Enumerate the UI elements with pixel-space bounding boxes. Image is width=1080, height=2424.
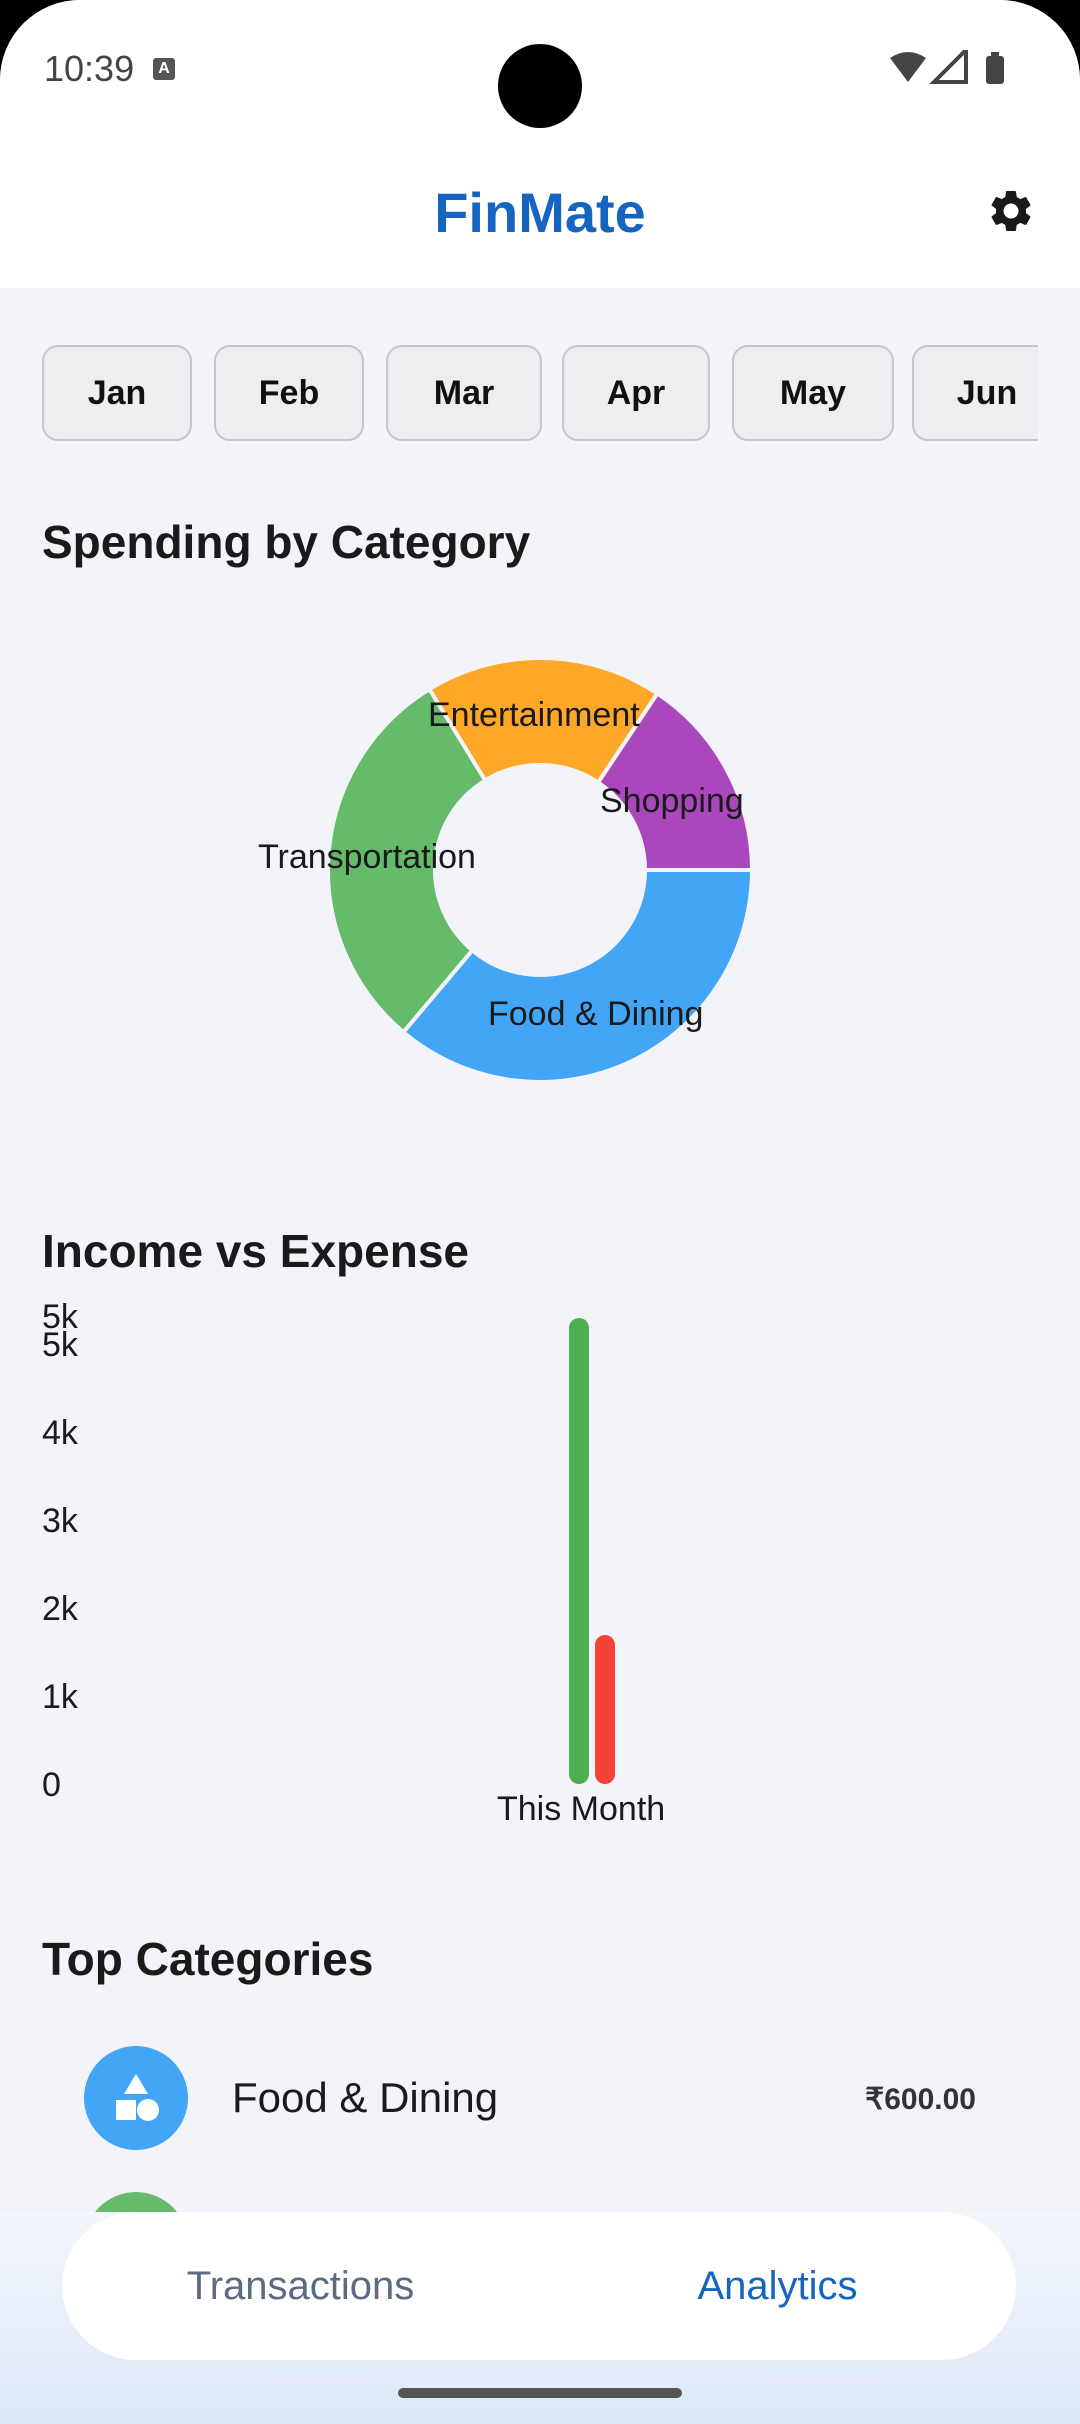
x-axis-label-this-month: This Month: [497, 1790, 666, 1828]
month-button-apr[interactable]: Apr: [562, 345, 710, 441]
status-bar: 10:39 A: [0, 0, 1080, 140]
nav-tab-analytics[interactable]: Analytics: [539, 2212, 1016, 2360]
y-tick-label: 4k: [42, 1414, 78, 1452]
app-bar: FinMate: [0, 140, 1080, 288]
shapes-icon: [84, 2046, 188, 2150]
status-icons: [890, 50, 1004, 84]
wifi-icon: [890, 52, 926, 82]
y-tick-label: 0: [42, 1766, 61, 1804]
month-selector: Jan Feb Mar Apr May Jun: [42, 345, 1038, 445]
home-indicator[interactable]: [398, 2388, 682, 2398]
month-button-may[interactable]: May: [732, 345, 894, 441]
signal-icon: [929, 50, 968, 84]
income-expense-section-title: Income vs Expense: [42, 1225, 469, 1277]
y-tick-label: 5k: [42, 1298, 78, 1336]
app-screen: 10:39 A FinMate Jan Feb Mar Apr May Jun …: [0, 0, 1080, 2424]
category-name: Food & Dining: [232, 2074, 499, 2121]
donut-label-food: Food & Dining: [488, 995, 704, 1033]
month-button-feb[interactable]: Feb: [214, 345, 364, 441]
camera-cutout: [498, 44, 582, 128]
month-button-mar[interactable]: Mar: [386, 345, 542, 441]
donut-label-entertainment: Entertainment: [428, 696, 640, 734]
expense-bar: [595, 1634, 615, 1784]
list-item[interactable]: Food & Dining ₹600.00: [0, 2046, 1080, 2156]
bottom-navigation: Transactions Analytics: [62, 2212, 1016, 2360]
donut-label-transportation: Transportation: [258, 838, 476, 876]
month-button-jan[interactable]: Jan: [42, 345, 192, 441]
donut-label-shopping: Shopping: [600, 782, 744, 820]
gear-icon[interactable]: [986, 186, 1036, 236]
month-button-jun[interactable]: Jun: [912, 345, 1038, 441]
a-icon: A: [153, 58, 175, 80]
top-categories-section-title: Top Categories: [42, 1933, 374, 1985]
category-amount: ₹600.00: [865, 2083, 976, 2116]
nav-tab-transactions[interactable]: Transactions: [62, 2212, 539, 2360]
status-time: 10:39: [44, 48, 135, 89]
y-tick-label: 2k: [42, 1590, 78, 1628]
spending-section-title: Spending by Category: [42, 516, 531, 568]
app-title: FinMate: [434, 181, 646, 244]
y-tick-label: 1k: [42, 1678, 78, 1716]
donut-slice-food: [400, 868, 755, 1084]
y-tick-label: 3k: [42, 1502, 78, 1540]
battery-icon: [986, 56, 1004, 84]
income-bar: [569, 1318, 589, 1784]
